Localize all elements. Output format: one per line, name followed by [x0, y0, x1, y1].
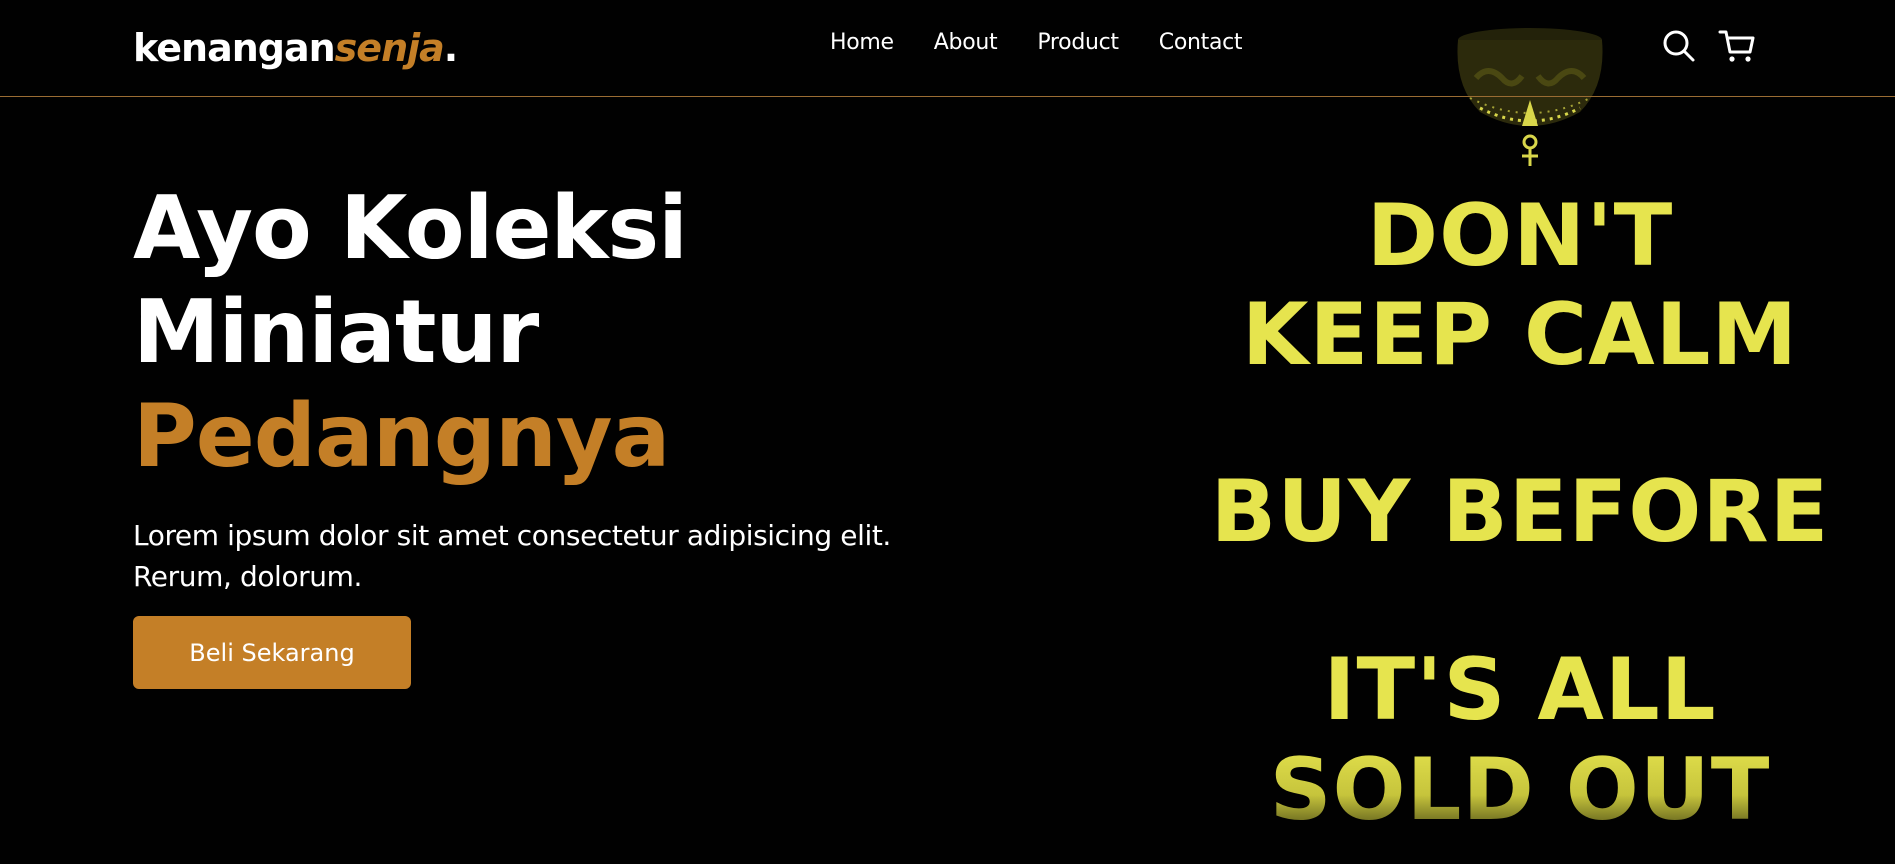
brand-logo[interactable]: kenangansenja. — [133, 26, 458, 70]
search-button[interactable] — [1659, 26, 1699, 66]
hero-description: Lorem ipsum dolor sit amet consectetur a… — [133, 519, 891, 593]
nav-link-home[interactable]: Home — [830, 30, 894, 55]
landing-page: kenangansenja. Home About Product Contac… — [0, 0, 1895, 864]
promo-poster: DON'T KEEP CALM BUY BEFORE IT'S ALL SOLD… — [1190, 0, 1895, 864]
navbar: kenangansenja. Home About Product Contac… — [0, 0, 1895, 97]
hero-title-line-2: Miniatur — [133, 281, 539, 383]
poster-line-3: BUY BEFORE — [1210, 462, 1830, 562]
cart-button[interactable] — [1717, 26, 1757, 66]
search-icon — [1663, 30, 1695, 62]
hero-title-line-3: Pedangnya — [133, 385, 670, 487]
poster-line-5: SOLD OUT — [1190, 740, 1850, 840]
nav-icons — [1659, 26, 1757, 66]
nav-link-contact[interactable]: Contact — [1159, 30, 1243, 55]
poster-line-1: DON'T — [1366, 186, 1674, 286]
brand-name-main: kenangan — [133, 26, 336, 70]
hero-title-line-1: Ayo Koleksi — [133, 177, 688, 279]
buy-now-button[interactable]: Beli Sekarang — [133, 616, 411, 689]
brand-name-accent: senja — [334, 26, 445, 70]
poster-line-2: KEEP CALM — [1241, 285, 1799, 385]
nav-link-about[interactable]: About — [934, 30, 998, 55]
brand-name-dot: . — [443, 26, 458, 70]
hero-title: Ayo Koleksi Miniatur Pedangnya — [133, 176, 688, 488]
cart-icon — [1718, 30, 1755, 62]
nav-link-product[interactable]: Product — [1037, 30, 1119, 55]
main-nav: Home About Product Contact — [830, 30, 1243, 55]
poster-line-4: IT'S ALL — [1323, 640, 1717, 740]
